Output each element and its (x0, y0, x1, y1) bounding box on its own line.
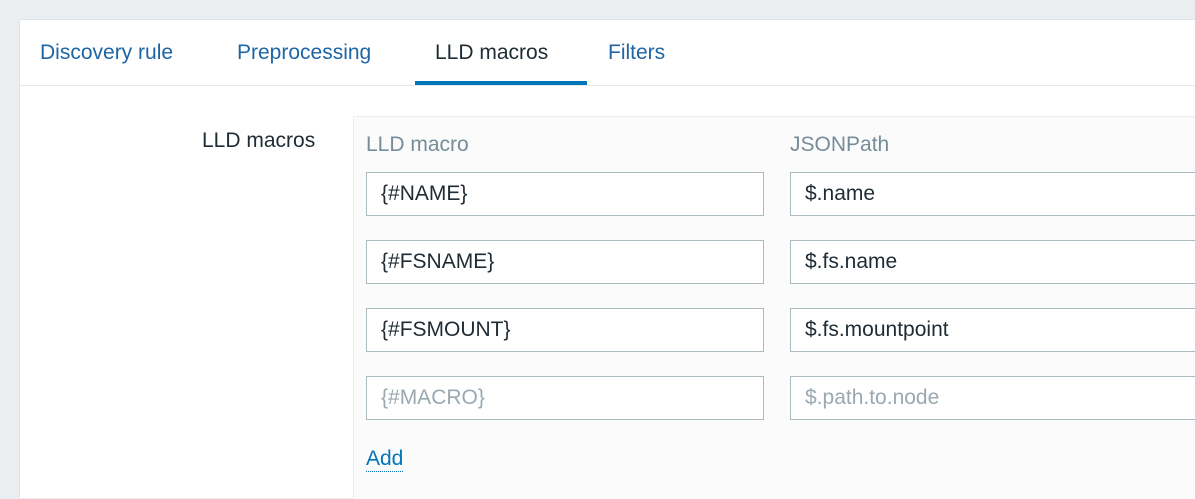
jsonpath-input[interactable] (790, 240, 1195, 284)
lld-macro-input-empty[interactable] (366, 376, 764, 420)
tab-bar: Discovery rule Preprocessing LLD macros … (20, 20, 1195, 86)
active-tab-indicator (415, 81, 587, 85)
column-header-jsonpath: JSONPath (790, 133, 890, 156)
tab-discovery-rule[interactable]: Discovery rule (40, 20, 173, 85)
jsonpath-input[interactable] (790, 308, 1195, 352)
lld-macros-table: LLD macro JSONPath Add (353, 116, 1195, 499)
column-header-lld-macro: LLD macro (366, 133, 469, 156)
lld-macro-input[interactable] (366, 240, 764, 284)
tab-preprocessing[interactable]: Preprocessing (237, 20, 371, 85)
tab-filters[interactable]: Filters (608, 20, 665, 85)
add-macro-link[interactable]: Add (366, 447, 404, 472)
lld-macro-input[interactable] (366, 172, 764, 216)
form-container: Discovery rule Preprocessing LLD macros … (19, 19, 1195, 499)
jsonpath-input[interactable] (790, 172, 1195, 216)
lld-macro-input[interactable] (366, 308, 764, 352)
lld-macros-label: LLD macros (202, 129, 316, 152)
tab-lld-macros[interactable]: LLD macros (435, 20, 548, 85)
jsonpath-input-empty[interactable] (790, 376, 1195, 420)
